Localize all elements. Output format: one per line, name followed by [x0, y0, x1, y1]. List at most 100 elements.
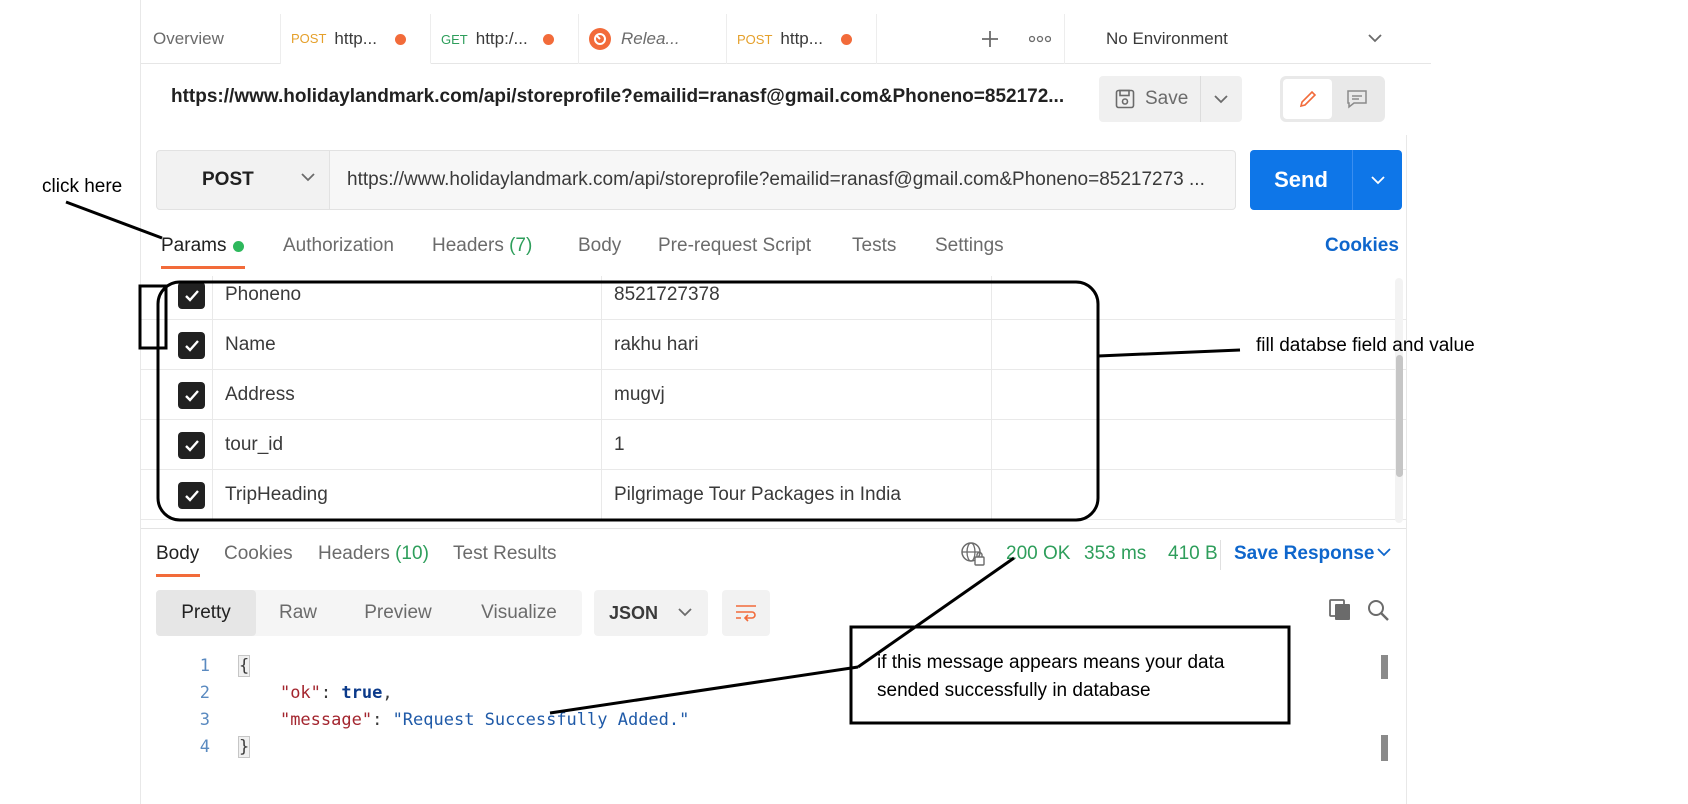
- param-value[interactable]: 1: [614, 434, 625, 456]
- param-key[interactable]: TripHeading: [225, 484, 328, 506]
- copy-icon[interactable]: [1328, 598, 1352, 622]
- unsaved-dot-icon: [543, 34, 554, 45]
- format-visualize[interactable]: Visualize: [456, 590, 582, 636]
- json-close-brace: }: [237, 736, 251, 758]
- tab-title: Overview: [153, 29, 224, 48]
- code-line[interactable]: }: [237, 736, 251, 758]
- line-number: 4: [199, 737, 210, 757]
- wrap-lines-icon[interactable]: [722, 590, 770, 636]
- globe-lock-icon[interactable]: [960, 541, 986, 567]
- checkbox-checked-icon[interactable]: [178, 482, 205, 509]
- send-button[interactable]: Send: [1250, 150, 1402, 210]
- save-label: Save: [1145, 88, 1189, 109]
- tab-title: http...: [334, 28, 377, 48]
- json-value: true: [341, 683, 383, 703]
- response-tab-headers[interactable]: Headers (10): [318, 543, 429, 565]
- table-row: TripHeading Pilgrimage Tour Packages in …: [141, 470, 1406, 520]
- param-key[interactable]: Name: [225, 334, 276, 356]
- table-row: Phoneno 8521727378: [141, 276, 1406, 320]
- tab-post-request[interactable]: POST http...: [281, 14, 431, 64]
- request-title[interactable]: https://www.holidaylandmark.com/api/stor…: [171, 86, 1064, 108]
- format-preview[interactable]: Preview: [340, 590, 456, 636]
- tab-title: Relea...: [621, 29, 680, 48]
- format-raw[interactable]: Raw: [256, 590, 340, 636]
- tab-settings[interactable]: Settings: [935, 235, 1004, 257]
- more-tabs-icon[interactable]: [1015, 14, 1065, 64]
- save-button[interactable]: Save: [1099, 76, 1201, 122]
- response-headers-label: Headers: [318, 543, 390, 564]
- tab-tests[interactable]: Tests: [852, 235, 896, 257]
- checkbox-checked-icon[interactable]: [178, 332, 205, 359]
- tab-body[interactable]: Body: [578, 235, 621, 257]
- params-tab-underline: [161, 266, 245, 269]
- floppy-disk-icon: [1115, 89, 1135, 109]
- checkbox-checked-icon[interactable]: [178, 382, 205, 409]
- param-value[interactable]: 8521727378: [614, 284, 720, 306]
- code-line[interactable]: {: [237, 655, 251, 677]
- response-tab-body[interactable]: Body: [156, 543, 199, 565]
- response-headers-count: (10): [395, 543, 429, 564]
- checkbox-checked-icon[interactable]: [178, 432, 205, 459]
- tab-prerequest-script[interactable]: Pre-request Script: [658, 235, 811, 257]
- chevron-down-icon[interactable]: [1377, 548, 1391, 557]
- tab-title: http:/...: [475, 29, 528, 48]
- code-scrollbar-marker[interactable]: [1381, 735, 1388, 761]
- tab-headers-label: Headers: [432, 235, 504, 256]
- response-tab-test-results[interactable]: Test Results: [453, 543, 556, 565]
- table-row: Name rakhu hari: [141, 320, 1406, 370]
- send-options-chevron-icon[interactable]: [1353, 175, 1402, 185]
- tab-title: http...: [780, 29, 823, 48]
- format-pretty[interactable]: Pretty: [156, 590, 256, 636]
- line-number: 1: [199, 656, 210, 676]
- tab-method: GET: [441, 31, 468, 47]
- json-open-brace: {: [237, 655, 251, 677]
- tab-get-request[interactable]: GET http:/...: [431, 14, 579, 64]
- tab-post-request-2[interactable]: POST http...: [727, 14, 877, 64]
- response-size[interactable]: 410 B: [1168, 543, 1218, 565]
- annotation-success-line2: sended successfully in database: [877, 680, 1151, 701]
- param-value[interactable]: rakhu hari: [614, 334, 699, 356]
- send-label: Send: [1274, 167, 1328, 192]
- tab-overview[interactable]: Overview: [141, 14, 281, 64]
- chevron-down-icon: [678, 608, 692, 617]
- search-icon[interactable]: [1366, 598, 1390, 622]
- new-tab-plus-icon[interactable]: [970, 14, 1010, 64]
- environment-label: No Environment: [1106, 29, 1228, 48]
- save-options-chevron-icon[interactable]: [1201, 76, 1241, 122]
- code-line[interactable]: "message": "Request Successfully Added.": [239, 710, 689, 730]
- url-text: https://www.holidaylandmark.com/api/stor…: [347, 169, 1205, 190]
- status-code[interactable]: 200 OK: [1006, 543, 1070, 565]
- code-line[interactable]: "ok": true,: [239, 683, 393, 703]
- code-scrollbar-marker[interactable]: [1381, 655, 1388, 679]
- unsaved-dot-icon: [841, 34, 852, 45]
- cookies-link[interactable]: Cookies: [1325, 235, 1399, 257]
- checkbox-checked-icon[interactable]: [178, 282, 205, 309]
- param-value[interactable]: mugvj: [614, 384, 665, 406]
- annotation-success-line1: if this message appears means your data: [877, 652, 1225, 673]
- tab-headers[interactable]: Headers (7): [432, 235, 532, 257]
- edit-pencil-icon[interactable]: [1283, 79, 1332, 119]
- param-key[interactable]: Phoneno: [225, 284, 301, 306]
- save-response-button[interactable]: Save Response: [1234, 543, 1374, 565]
- section-divider[interactable]: [141, 528, 1406, 529]
- environment-select[interactable]: No Environment: [1106, 22, 1406, 56]
- param-key[interactable]: Address: [225, 384, 295, 406]
- tab-authorization[interactable]: Authorization: [283, 235, 394, 257]
- body-tab-underline: [156, 574, 200, 577]
- json-key: "message": [279, 710, 373, 730]
- params-scrollbar-thumb[interactable]: [1396, 355, 1403, 477]
- tab-params[interactable]: Params: [161, 235, 226, 257]
- comments-icon[interactable]: [1332, 79, 1381, 119]
- param-value[interactable]: Pilgrimage Tour Packages in India: [614, 484, 901, 506]
- tab-release[interactable]: Relea...: [579, 14, 727, 64]
- format-tabs: Pretty Raw Preview Visualize: [156, 590, 582, 636]
- line-number: 2: [199, 683, 210, 703]
- method-label: POST: [202, 169, 254, 190]
- response-tab-cookies[interactable]: Cookies: [224, 543, 293, 565]
- params-active-dot-icon: [233, 241, 244, 252]
- method-select[interactable]: POST: [156, 150, 330, 210]
- param-key[interactable]: tour_id: [225, 434, 283, 456]
- url-input[interactable]: https://www.holidaylandmark.com/api/stor…: [330, 150, 1236, 210]
- response-time[interactable]: 353 ms: [1084, 543, 1146, 565]
- format-type-select[interactable]: JSON: [594, 590, 708, 636]
